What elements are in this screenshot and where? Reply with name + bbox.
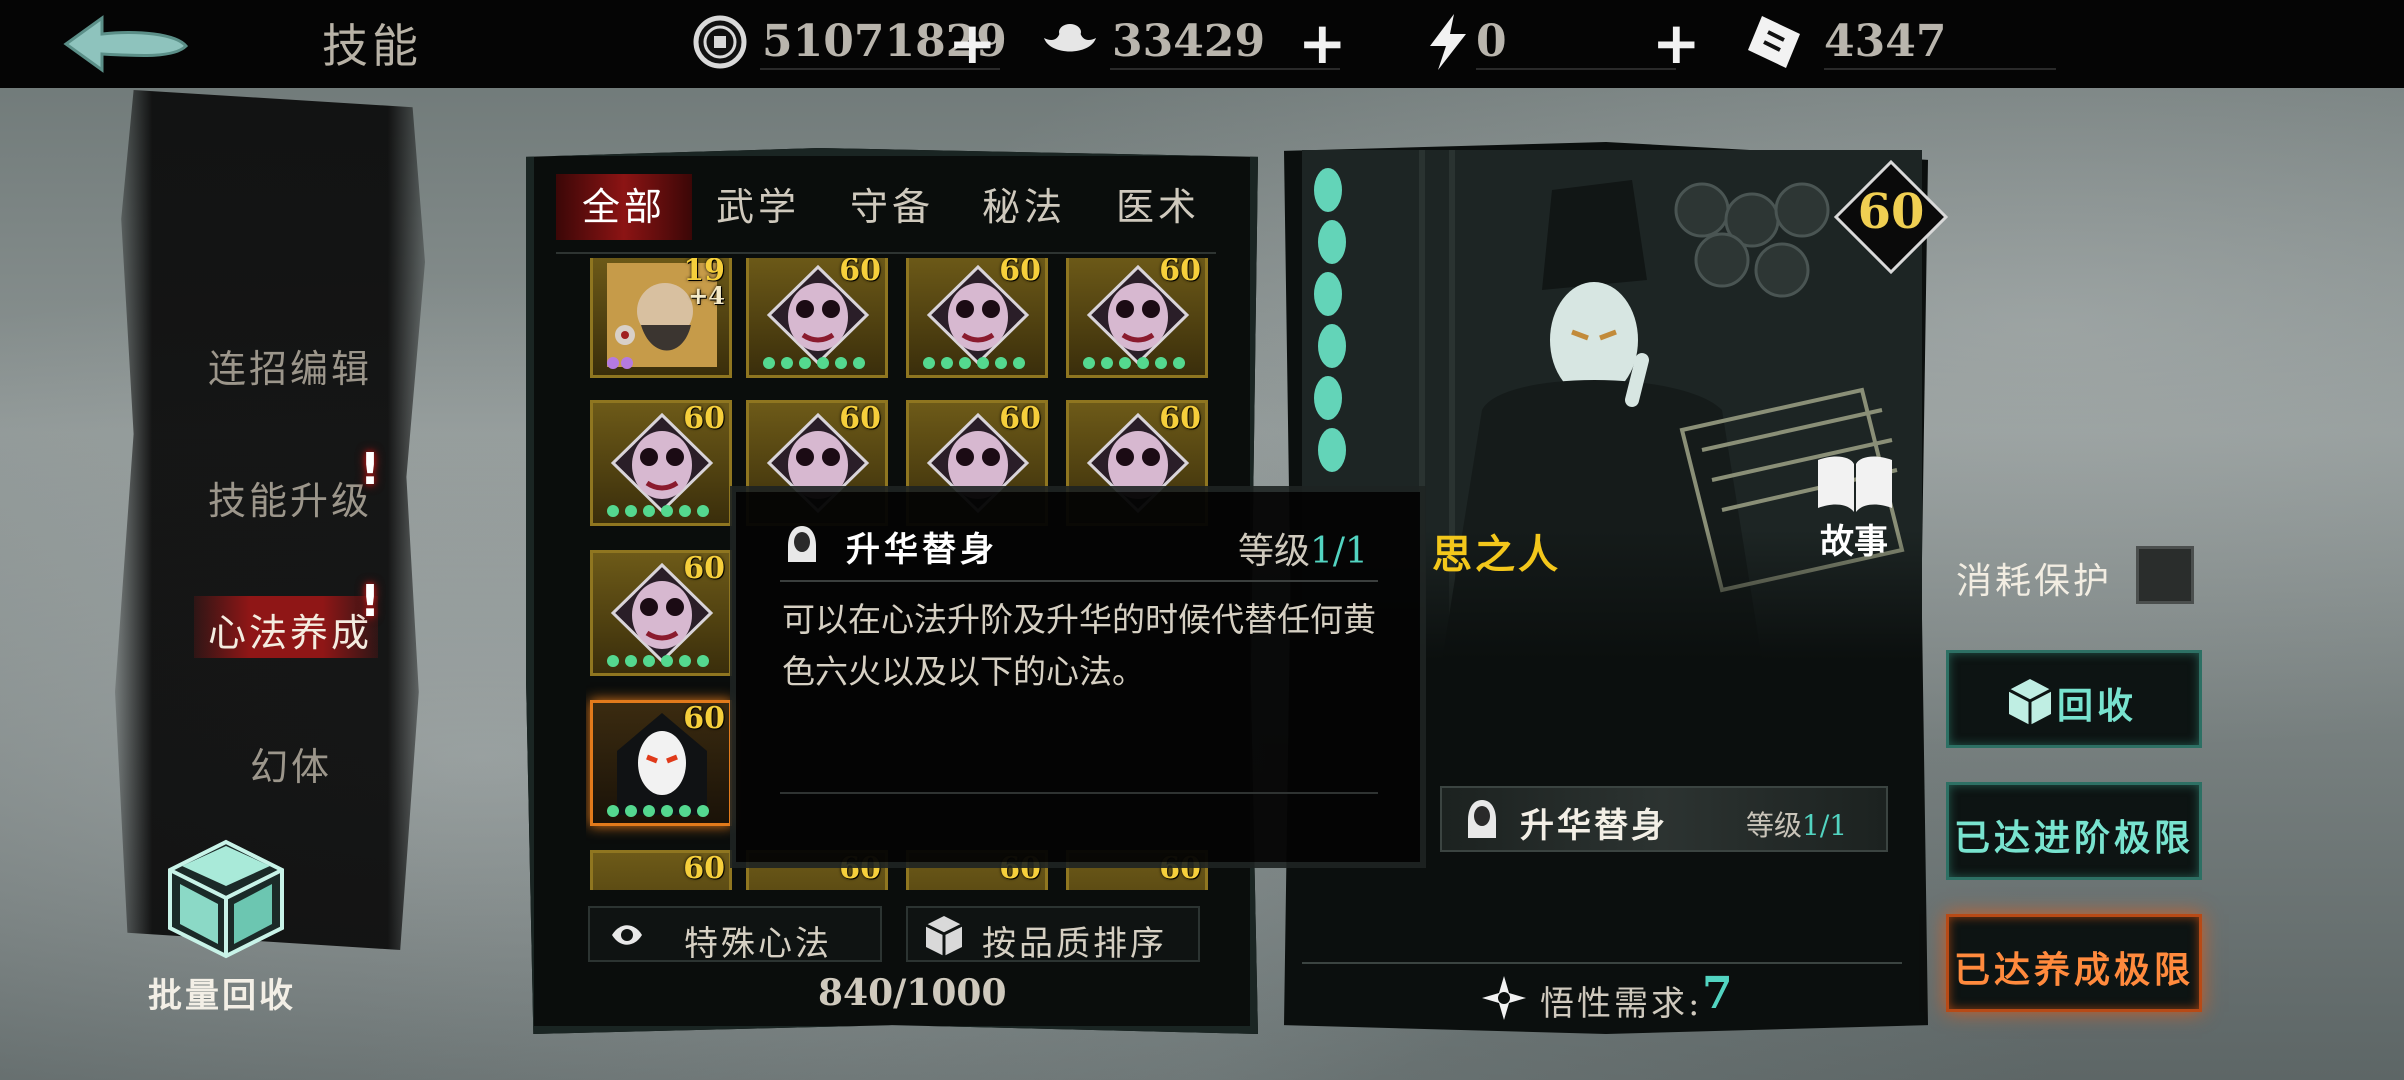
rank-flames-icon [923,357,1025,369]
special-mind-label: 特殊心法 [684,924,832,964]
rank-flames-icon [607,357,633,369]
card-level: 60 [999,258,1041,288]
book-icon[interactable] [1814,450,1896,516]
card-level: 60 [683,551,725,586]
passive-skill-name: 升华替身 [1520,806,1668,846]
advance-max-label: 已达进阶极限 [1953,817,2194,859]
card-level: 60 [999,401,1041,436]
add-silver-button[interactable]: + [1298,8,1358,78]
character-level: 60 [1857,184,1925,240]
skill-card[interactable]: 60 [906,258,1048,378]
tab-defense[interactable]: 守备 [824,174,960,240]
currency-energy-value: 0 [1476,16,1507,67]
card-level: 60 [683,701,725,736]
currency-tickets: 4347 [1744,8,2064,78]
rank-flames-icon [607,505,709,517]
alert-icon: ! [360,444,381,495]
tab-secret[interactable]: 秘法 [956,174,1092,240]
tooltip-level: 等级1/1 [1238,522,1368,574]
character-name: 思之人 [1432,531,1561,578]
card-bonus: +4 [688,281,725,310]
batch-recycle-icon[interactable] [162,836,290,962]
special-mind-filter-button[interactable]: 特殊心法 [588,906,882,964]
plus-icon: + [948,9,997,77]
skill-card[interactable]: 19 +4 [590,258,732,378]
consume-protect-checkbox[interactable] [2136,546,2194,604]
card-level: 60 [1159,258,1201,288]
story-button-label[interactable]: 故事 [1820,514,1888,563]
batch-recycle-label[interactable]: 批量回收 [148,968,296,1017]
cube-icon [925,916,963,956]
rank-flames-icon [1083,357,1185,369]
page-title: 技能 [322,19,422,73]
cultivate-max-button[interactable]: 已达养成极限 [1946,914,2202,1012]
tooltip-level-value: 1/1 [1310,531,1368,572]
silver-ingot-icon [1044,24,1096,52]
sort-by-quality-button[interactable]: 按品质排序 [906,906,1200,964]
top-bar: 技能 51071829 + 33429 + 0 + 4347 [0,0,2404,88]
card-level: 60 [683,851,725,886]
sparkle-icon [1482,976,1526,1020]
eye-icon [612,925,642,945]
cultivate-max-label: 已达养成极限 [1953,949,2194,991]
tooltip-title: 升华替身 [846,530,998,570]
recycle-label: 回收 [2056,685,2137,727]
consume-protect-label: 消耗保护 [1956,561,2113,602]
coin-icon [693,15,747,69]
back-arrow-icon[interactable] [58,12,194,76]
tooltip-level-prefix: 等级 [1238,531,1311,572]
hooded-figure-icon [788,526,816,562]
rank-flames-icon [607,805,709,817]
tooltip-description: 可以在心法升阶及升华的时候代替任何黄色六火以及以下的心法。 [782,600,1376,691]
lightning-icon [1430,14,1466,70]
currency-silver-value: 33429 [1112,16,1266,67]
currency-underline [1824,68,2056,70]
tooltip-divider [780,580,1378,582]
hooded-figure-icon [1468,800,1496,838]
tab-martial[interactable]: 武学 [690,174,826,240]
card-level: 60 [1159,401,1201,436]
skill-card-selected[interactable]: 60 [590,700,732,826]
passive-skill-level: 等级1/1 [1746,804,1847,844]
add-coins-button[interactable]: + [948,8,1008,78]
add-energy-button[interactable]: + [1652,8,1712,78]
advance-max-button[interactable]: 已达进阶极限 [1946,782,2202,880]
currency-tickets-value: 4347 [1824,16,1947,67]
sort-by-quality-label: 按品质排序 [982,924,1167,964]
skill-card[interactable]: 60 [590,400,732,526]
skill-card[interactable]: 60 [590,850,732,890]
wisdom-requirement-value: 7 [1702,968,1733,1019]
rank-flames-icon [763,357,865,369]
tabs-divider [556,252,1216,254]
currency-underline [1476,68,1676,70]
category-tabs: 全部 武学 守备 秘法 医术 [556,174,1216,244]
wisdom-requirement-label: 悟性需求: [1540,984,1703,1024]
currency-silver: 33429 [1040,8,1340,78]
rank-flames-icon [607,655,709,667]
tooltip-divider [780,792,1378,794]
skill-card[interactable]: 60 [1066,258,1208,378]
ticket-icon [1748,16,1800,68]
card-level: 60 [683,401,725,436]
alert-icon: ! [360,576,381,627]
plus-icon: + [1652,9,1701,77]
tab-medicine[interactable]: 医术 [1090,174,1226,240]
inventory-count: 840/1000 [818,972,1007,1014]
passive-skill-level-value: 1/1 [1802,809,1848,842]
skill-card[interactable]: 60 [746,258,888,378]
skill-card[interactable]: 60 [590,550,732,676]
plus-icon: + [1298,9,1347,77]
detail-divider [1302,962,1902,964]
passive-skill-level-prefix: 等级 [1746,809,1803,842]
card-level: 60 [839,401,881,436]
recycle-button[interactable]: 回收 [1946,650,2202,748]
card-level: 60 [839,258,881,288]
tab-all[interactable]: 全部 [556,174,692,240]
